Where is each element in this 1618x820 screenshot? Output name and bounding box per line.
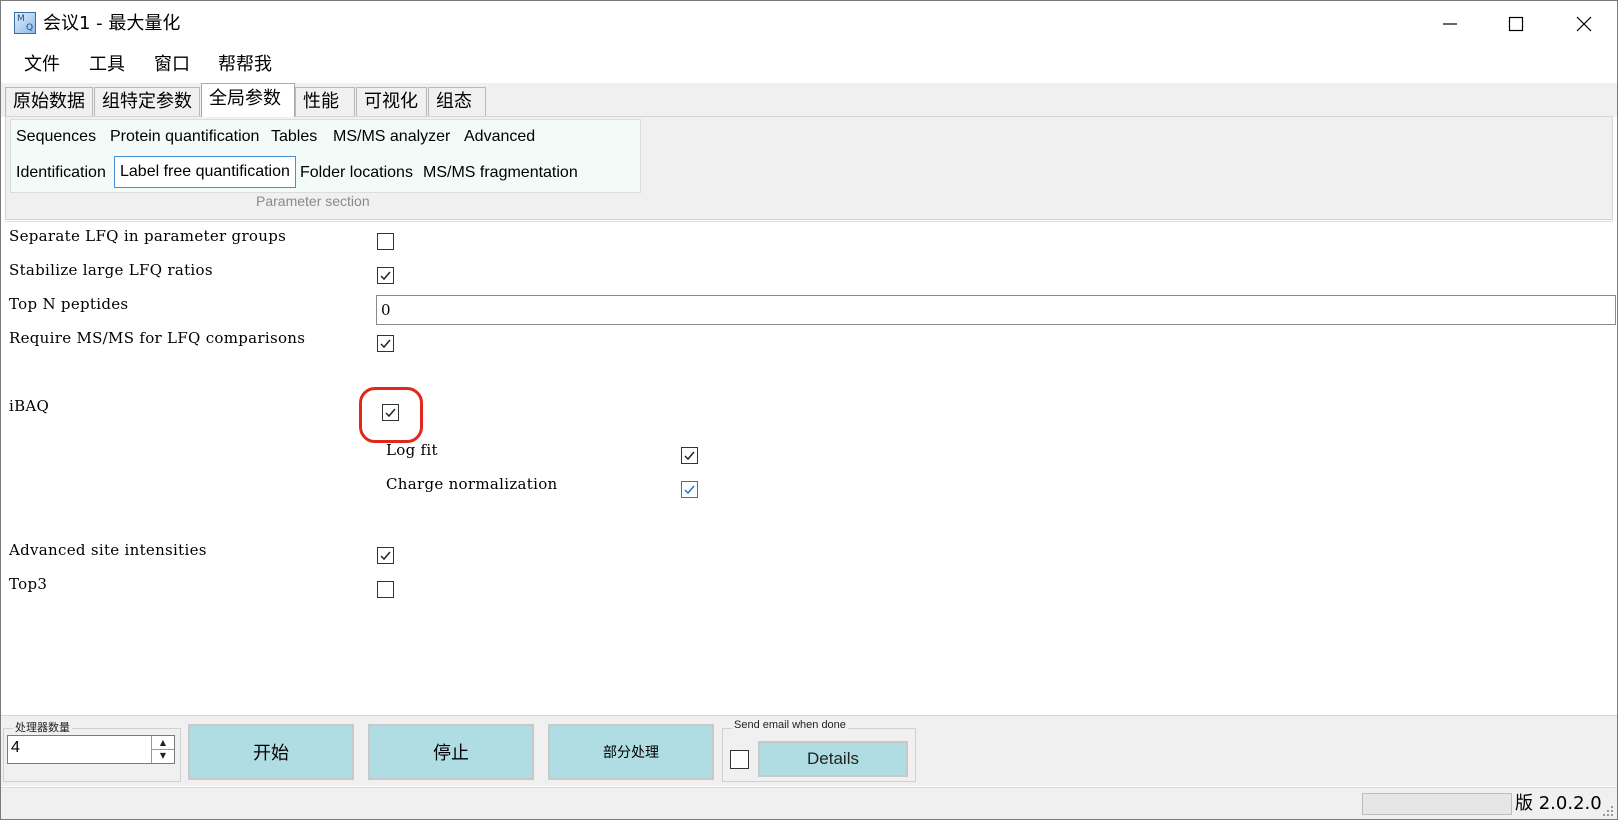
subtab-protein-quantification[interactable]: Protein quantification (110, 126, 259, 148)
log-fit-checkbox[interactable] (681, 447, 698, 464)
separate-lfq-checkbox[interactable] (377, 233, 394, 250)
maximize-icon (1508, 16, 1524, 32)
stabilize-lfq-checkbox[interactable] (377, 267, 394, 284)
label-charge-normalization: Charge normalization (386, 475, 558, 493)
parameter-section-caption: Parameter section (256, 193, 370, 209)
label-advanced-site-intensities: Advanced site intensities (9, 541, 207, 559)
threads-label: 处理器数量 (13, 719, 72, 735)
subtab-msms-analyzer[interactable]: MS/MS analyzer (333, 126, 450, 148)
resize-grip-icon[interactable] (1602, 805, 1614, 817)
start-button[interactable]: 开始 (188, 724, 354, 780)
minimize-button[interactable] (1417, 1, 1483, 47)
threads-value: 4 (11, 739, 20, 756)
top-n-peptides-input[interactable]: 0 (376, 295, 1616, 325)
close-icon (1576, 16, 1592, 32)
subtab-identification[interactable]: Identification (16, 162, 106, 184)
subtab-advanced[interactable]: Advanced (464, 126, 535, 148)
charge-normalization-checkbox[interactable] (681, 481, 698, 498)
spinner-up-icon[interactable]: ▲ (152, 736, 174, 750)
menu-file[interactable]: 文件 (22, 52, 62, 78)
minimize-icon (1443, 23, 1457, 25)
require-msms-checkbox[interactable] (377, 335, 394, 352)
menu-bar: 文件 工具 窗口 帮帮我 (1, 47, 1617, 83)
status-bar: 版 2.0.2.0 (1, 787, 1617, 819)
divider (5, 221, 1613, 222)
subtab-sequences[interactable]: Sequences (16, 126, 96, 148)
label-separate-lfq: Separate LFQ in parameter groups (9, 227, 287, 245)
app-window: MQ 会议1 - 最大量化 文件 工具 窗口 帮帮我 原始数据 组特定参数 全局… (0, 0, 1618, 820)
bottom-toolbar: 处理器数量 4 ▲ ▼ 开始 停止 部分处理 Send email when d… (1, 715, 1617, 786)
highlight-ring-annotation (359, 387, 423, 443)
subtab-label-free-quantification[interactable]: Label free quantification (114, 156, 296, 188)
menu-help[interactable]: 帮帮我 (216, 52, 274, 78)
details-button[interactable]: Details (758, 741, 908, 777)
close-button[interactable] (1551, 1, 1617, 47)
maximize-button[interactable] (1483, 1, 1549, 47)
subtab-tables[interactable]: Tables (271, 126, 317, 148)
progress-bar (1362, 793, 1512, 815)
subtab-folder-locations[interactable]: Folder locations (300, 162, 413, 184)
tab-raw-data[interactable]: 原始数据 (5, 87, 93, 116)
parameter-section-panel: Sequences Protein quantification Tables … (5, 116, 1613, 220)
send-email-checkbox[interactable] (730, 750, 749, 769)
window-title: 会议1 - 最大量化 (43, 13, 181, 34)
tab-performance[interactable]: 性能 (295, 87, 355, 116)
app-logo-icon: MQ (14, 12, 36, 34)
label-stabilize-lfq: Stabilize large LFQ ratios (9, 261, 213, 279)
label-ibaq: iBAQ (9, 397, 50, 415)
parameter-subtabs: Sequences Protein quantification Tables … (10, 119, 641, 193)
threads-spinner[interactable]: 4 ▲ ▼ (7, 735, 175, 764)
tab-global-parameters[interactable]: 全局参数 (201, 83, 295, 117)
menu-window[interactable]: 窗口 (152, 52, 192, 78)
checkmark-icon (684, 485, 695, 495)
spinner-down-icon[interactable]: ▼ (152, 749, 174, 762)
checkmark-icon (380, 271, 391, 281)
checkmark-icon (684, 451, 695, 461)
top3-checkbox[interactable] (377, 581, 394, 598)
email-group-label: Send email when done (732, 719, 848, 731)
label-top3: Top3 (9, 575, 48, 593)
subtab-msms-fragmentation[interactable]: MS/MS fragmentation (423, 162, 578, 184)
tab-visualization[interactable]: 可视化 (356, 87, 427, 116)
label-top-n-peptides: Top N peptides (9, 295, 129, 313)
title-bar: MQ 会议1 - 最大量化 (1, 1, 1617, 47)
stop-button[interactable]: 停止 (368, 724, 534, 780)
label-require-msms: Require MS/MS for LFQ comparisons (9, 329, 306, 347)
checkmark-icon (380, 551, 391, 561)
main-tab-strip: 原始数据 组特定参数 全局参数 性能 可视化 组态 (1, 83, 1617, 117)
menu-tools[interactable]: 工具 (87, 52, 127, 78)
advanced-site-intensities-checkbox[interactable] (377, 547, 394, 564)
spinner-buttons: ▲ ▼ (151, 736, 174, 763)
label-log-fit: Log fit (386, 441, 438, 459)
partial-processing-button[interactable]: 部分处理 (548, 724, 714, 780)
checkmark-icon (380, 339, 391, 349)
version-label: 版 2.0.2.0 (1515, 793, 1602, 814)
tab-configuration[interactable]: 组态 (428, 87, 486, 116)
tab-group-specific-parameters[interactable]: 组特定参数 (94, 87, 200, 116)
